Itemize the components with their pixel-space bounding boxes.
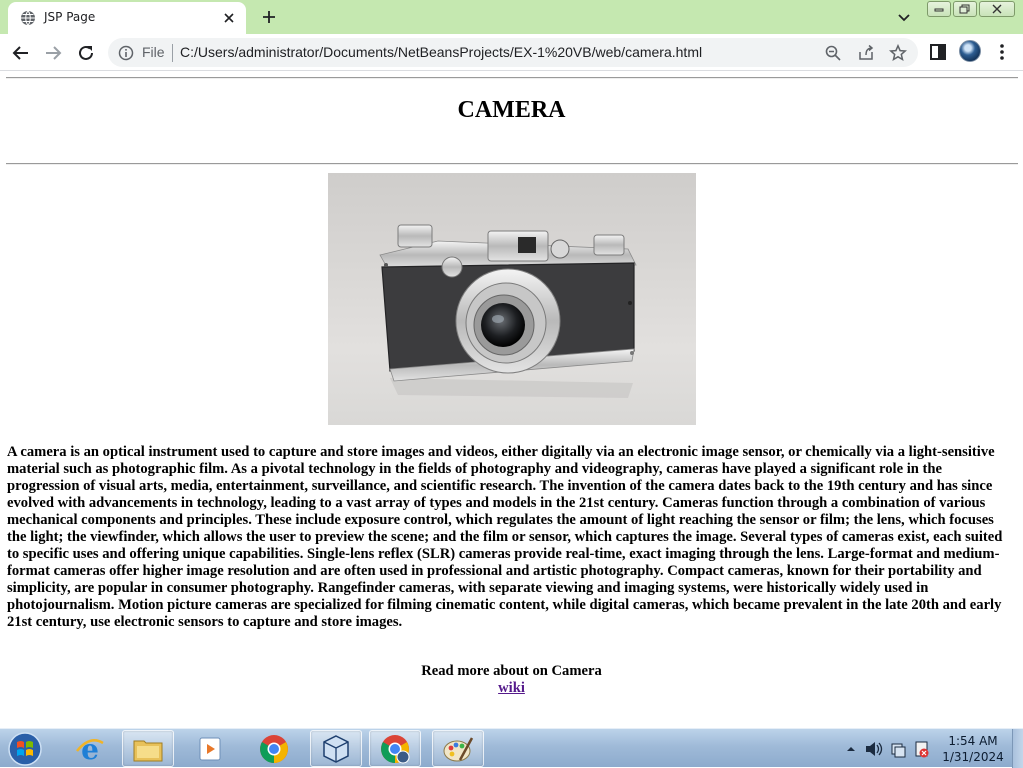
internet-explorer-icon[interactable]: e bbox=[64, 730, 116, 767]
system-tray-icons[interactable] bbox=[842, 739, 932, 759]
url-text[interactable]: C:/Users/administrator/Documents/NetBean… bbox=[180, 44, 702, 60]
article-paragraph: A camera is an optical instrument used t… bbox=[7, 444, 1003, 630]
wiki-link[interactable]: wiki bbox=[498, 680, 525, 696]
show-desktop-button[interactable] bbox=[1012, 729, 1023, 768]
scheme-label: File bbox=[142, 44, 165, 60]
browser-toolbar: File C:/Users/administrator/Documents/Ne… bbox=[0, 34, 1023, 71]
new-tab-plus-icon[interactable] bbox=[258, 6, 280, 28]
svg-text:e: e bbox=[81, 733, 99, 765]
info-icon[interactable] bbox=[118, 45, 134, 61]
start-button[interactable] bbox=[4, 731, 46, 767]
forward-arrow-icon[interactable] bbox=[42, 42, 64, 64]
read-more-label: Read more about on Camera bbox=[421, 663, 602, 679]
reload-icon[interactable] bbox=[75, 42, 97, 64]
more-menu-icon[interactable] bbox=[996, 43, 1008, 61]
restore-button[interactable] bbox=[953, 1, 977, 17]
chrome-active-icon[interactable] bbox=[369, 730, 421, 767]
web-page: CAMERA A camera is an optical instrument… bbox=[0, 71, 1023, 728]
bookmark-star-icon[interactable] bbox=[889, 44, 907, 62]
minimize-button[interactable] bbox=[927, 1, 951, 17]
file-explorer-icon[interactable] bbox=[122, 730, 174, 767]
windows-taskbar: e 1:54 AM 1/31/2024 bbox=[0, 728, 1023, 768]
volume-icon bbox=[866, 742, 875, 756]
address-bar[interactable]: File C:/Users/administrator/Documents/Ne… bbox=[108, 38, 918, 67]
close-window-button[interactable] bbox=[979, 1, 1015, 17]
show-hidden-icons-icon bbox=[847, 747, 855, 751]
tab-close-icon[interactable] bbox=[220, 9, 238, 27]
share-icon[interactable] bbox=[857, 44, 875, 62]
virtualbox-icon[interactable] bbox=[310, 730, 362, 767]
horizontal-rule-bottom bbox=[6, 163, 1018, 165]
horizontal-rule-top bbox=[6, 77, 1018, 79]
read-more-block: Read more about on Camera wiki bbox=[0, 663, 1023, 697]
tab-search-chevron-icon[interactable] bbox=[895, 8, 913, 26]
side-panel-icon[interactable] bbox=[929, 43, 947, 61]
omnibox-separator bbox=[172, 44, 173, 62]
clock-time: 1:54 AM bbox=[948, 734, 998, 748]
clock-date: 1/31/2024 bbox=[942, 750, 1004, 764]
window-controls bbox=[927, 1, 1017, 18]
paint-icon[interactable] bbox=[432, 730, 484, 767]
back-arrow-icon[interactable] bbox=[10, 42, 32, 64]
browser-tab-active[interactable]: JSP Page bbox=[8, 2, 246, 34]
chrome-icon[interactable] bbox=[248, 730, 300, 767]
zoom-icon[interactable] bbox=[824, 44, 842, 62]
page-title: CAMERA bbox=[457, 97, 566, 123]
taskbar-clock[interactable]: 1:54 AM 1/31/2024 bbox=[936, 733, 1010, 765]
profile-avatar[interactable] bbox=[959, 40, 981, 62]
browser-tab-strip: JSP Page bbox=[0, 0, 1023, 34]
tab-title: JSP Page bbox=[44, 10, 96, 24]
camera-photo bbox=[328, 173, 696, 425]
globe-icon bbox=[21, 10, 35, 26]
media-player-icon[interactable] bbox=[185, 730, 237, 767]
